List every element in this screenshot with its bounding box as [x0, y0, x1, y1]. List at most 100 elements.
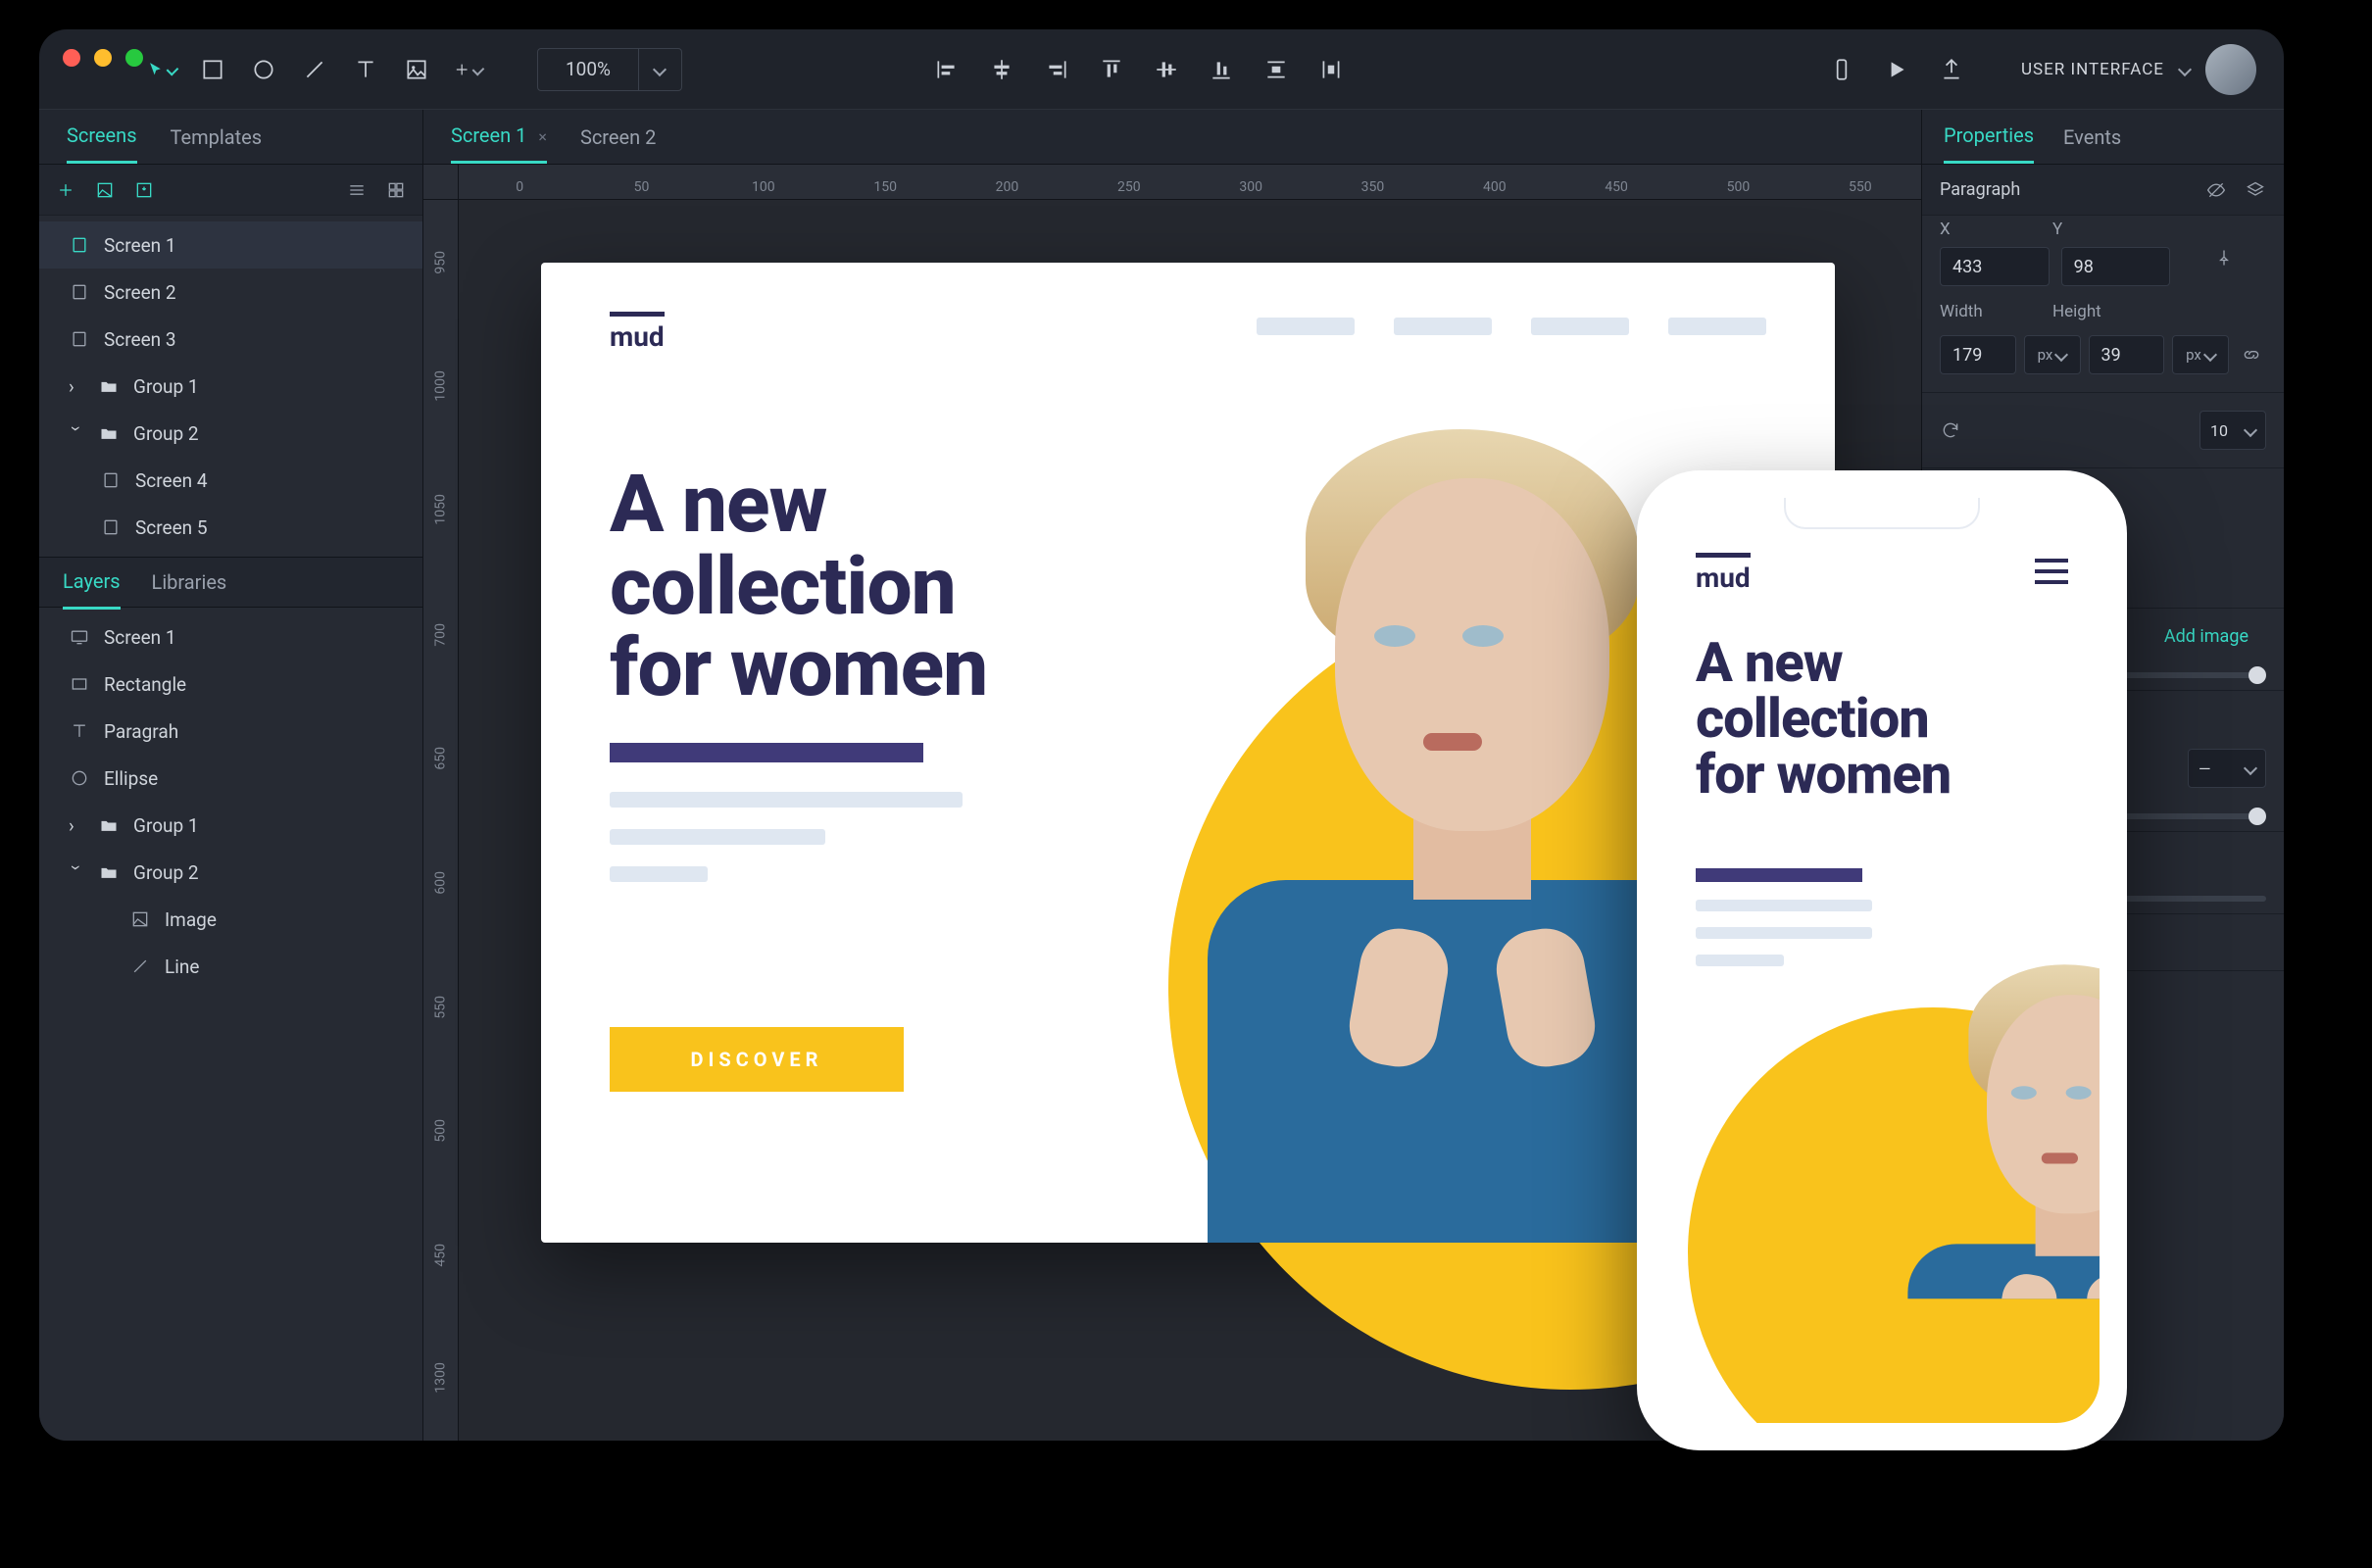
screen-item[interactable]: Screen 5	[39, 504, 422, 551]
element-bar: Paragraph	[1922, 165, 2284, 216]
device-icon[interactable]	[1827, 55, 1856, 84]
tab-libraries[interactable]: Libraries	[152, 557, 227, 608]
screen-item[interactable]: Screen 4	[39, 457, 422, 504]
zoom-chevron-icon[interactable]	[638, 49, 681, 90]
folder-icon	[98, 814, 120, 836]
tab-layers[interactable]: Layers	[63, 556, 121, 610]
maximize-icon[interactable]	[125, 49, 143, 67]
image-icon[interactable]	[94, 179, 116, 201]
ruler-tick: 1050	[423, 448, 458, 572]
chevron-down-icon[interactable]: ›	[66, 864, 88, 880]
avatar[interactable]	[2205, 44, 2256, 95]
hero-line-2: collection	[610, 540, 956, 634]
user-menu-label: USER INTERFACE	[2021, 60, 2164, 79]
width-unit[interactable]: px	[2024, 335, 2081, 374]
minimize-icon[interactable]	[94, 49, 112, 67]
hero-line-2: collection	[1696, 686, 1929, 751]
export-icon[interactable]	[133, 179, 155, 201]
tab-events[interactable]: Events	[2063, 112, 2121, 163]
align-bottom-icon[interactable]	[1207, 55, 1236, 84]
rectangle-tool-icon[interactable]	[198, 55, 227, 84]
layer-item[interactable]: Screen 1	[39, 613, 422, 661]
border-style[interactable]: —	[2188, 749, 2266, 788]
link-icon[interactable]	[2237, 344, 2266, 366]
doc-tab-2[interactable]: Screen 2	[580, 112, 656, 163]
height-input[interactable]: 39	[2089, 335, 2165, 374]
hero-underline	[1696, 868, 1862, 882]
layer-item[interactable]: Line	[39, 943, 422, 990]
line-tool-icon[interactable]	[300, 55, 329, 84]
play-icon[interactable]	[1882, 55, 1911, 84]
add-image-link[interactable]: Add image	[2147, 626, 2266, 647]
screen-item[interactable]: Screen 2	[39, 269, 422, 316]
item-label: Group 2	[133, 861, 199, 884]
visibility-icon[interactable]	[2205, 179, 2227, 201]
y-input[interactable]: 98	[2061, 247, 2171, 286]
group-item[interactable]: ›Group 1	[39, 363, 422, 410]
text-icon	[69, 720, 90, 742]
rotate-icon[interactable]	[1940, 419, 1961, 441]
distribute-v-icon[interactable]	[1261, 55, 1291, 84]
tab-templates[interactable]: Templates	[171, 112, 263, 163]
distribute-h-icon[interactable]	[1316, 55, 1346, 84]
align-left-icon[interactable]	[932, 55, 962, 84]
zoom-value[interactable]: 100%	[538, 58, 638, 80]
chevron-right-icon[interactable]: ›	[69, 375, 84, 398]
height-unit[interactable]: px	[2172, 335, 2229, 374]
align-vcenter-icon[interactable]	[1152, 55, 1181, 84]
dash-label: —	[2199, 760, 2211, 778]
layer-item[interactable]: Paragrah	[39, 708, 422, 755]
doc-tab-1[interactable]: Screen 1×	[451, 110, 547, 164]
ruler-tick: 550	[1800, 179, 1921, 199]
artboard-mobile[interactable]: mud A new collection for women	[1637, 470, 2127, 1450]
select-tool-icon[interactable]	[147, 55, 176, 84]
group-item[interactable]: ›Group 2	[39, 410, 422, 457]
layer-item[interactable]: Rectangle	[39, 661, 422, 708]
align-hcenter-icon[interactable]	[987, 55, 1016, 84]
width-input[interactable]: 179	[1940, 335, 2016, 374]
screen-item[interactable]: Screen 3	[39, 316, 422, 363]
ruler-tick: 450	[423, 1193, 458, 1317]
layer-group[interactable]: › Group 2	[39, 849, 422, 896]
close-icon[interactable]: ×	[538, 127, 547, 146]
tab-properties[interactable]: Properties	[1944, 110, 2034, 164]
right-tabs: Properties Events	[1921, 110, 2284, 164]
hamburger-icon[interactable]	[2035, 559, 2068, 584]
layers-icon[interactable]	[2245, 179, 2266, 201]
ruler-tick: 450	[1556, 179, 1677, 199]
zoom-control[interactable]: 100%	[537, 48, 682, 91]
chevron-right-icon[interactable]: ›	[69, 814, 84, 837]
item-label: Group 1	[133, 814, 199, 837]
text-tool-icon[interactable]	[351, 55, 380, 84]
layer-group[interactable]: › Group 1	[39, 802, 422, 849]
upload-icon[interactable]	[1937, 55, 1966, 84]
rotation-input[interactable]: 10	[2199, 411, 2266, 450]
ruler-tick: 500	[1677, 179, 1799, 199]
y-label: Y	[2052, 220, 2153, 239]
pin-icon[interactable]	[2182, 247, 2266, 269]
screen-item[interactable]: Screen 1	[39, 221, 422, 269]
tab-screens[interactable]: Screens	[67, 110, 137, 164]
list-view-icon[interactable]	[346, 179, 368, 201]
align-right-icon[interactable]	[1042, 55, 1071, 84]
folder-icon	[98, 422, 120, 444]
align-top-icon[interactable]	[1097, 55, 1126, 84]
add-tool-icon[interactable]	[453, 55, 482, 84]
item-label: Image	[165, 908, 217, 931]
monitor-icon	[69, 626, 90, 648]
tool-group-shapes	[147, 55, 482, 84]
grid-view-icon[interactable]	[385, 179, 407, 201]
ruler-horizontal: 050100150200250300350400450500550	[459, 165, 1921, 200]
image-tool-icon[interactable]	[402, 55, 431, 84]
layer-item[interactable]: Ellipse	[39, 755, 422, 802]
ellipse-tool-icon[interactable]	[249, 55, 278, 84]
logo: mud	[1696, 553, 1751, 594]
close-icon[interactable]	[63, 49, 80, 67]
discover-button[interactable]: DISCOVER	[610, 1027, 904, 1092]
x-input[interactable]: 433	[1940, 247, 2050, 286]
chevron-down-icon[interactable]: ›	[66, 425, 88, 441]
add-icon[interactable]	[55, 179, 76, 201]
user-menu[interactable]: USER INTERFACE	[2021, 44, 2256, 95]
layer-item[interactable]: Image	[39, 896, 422, 943]
doc-tabs: Screen 1× Screen 2	[423, 110, 1921, 164]
